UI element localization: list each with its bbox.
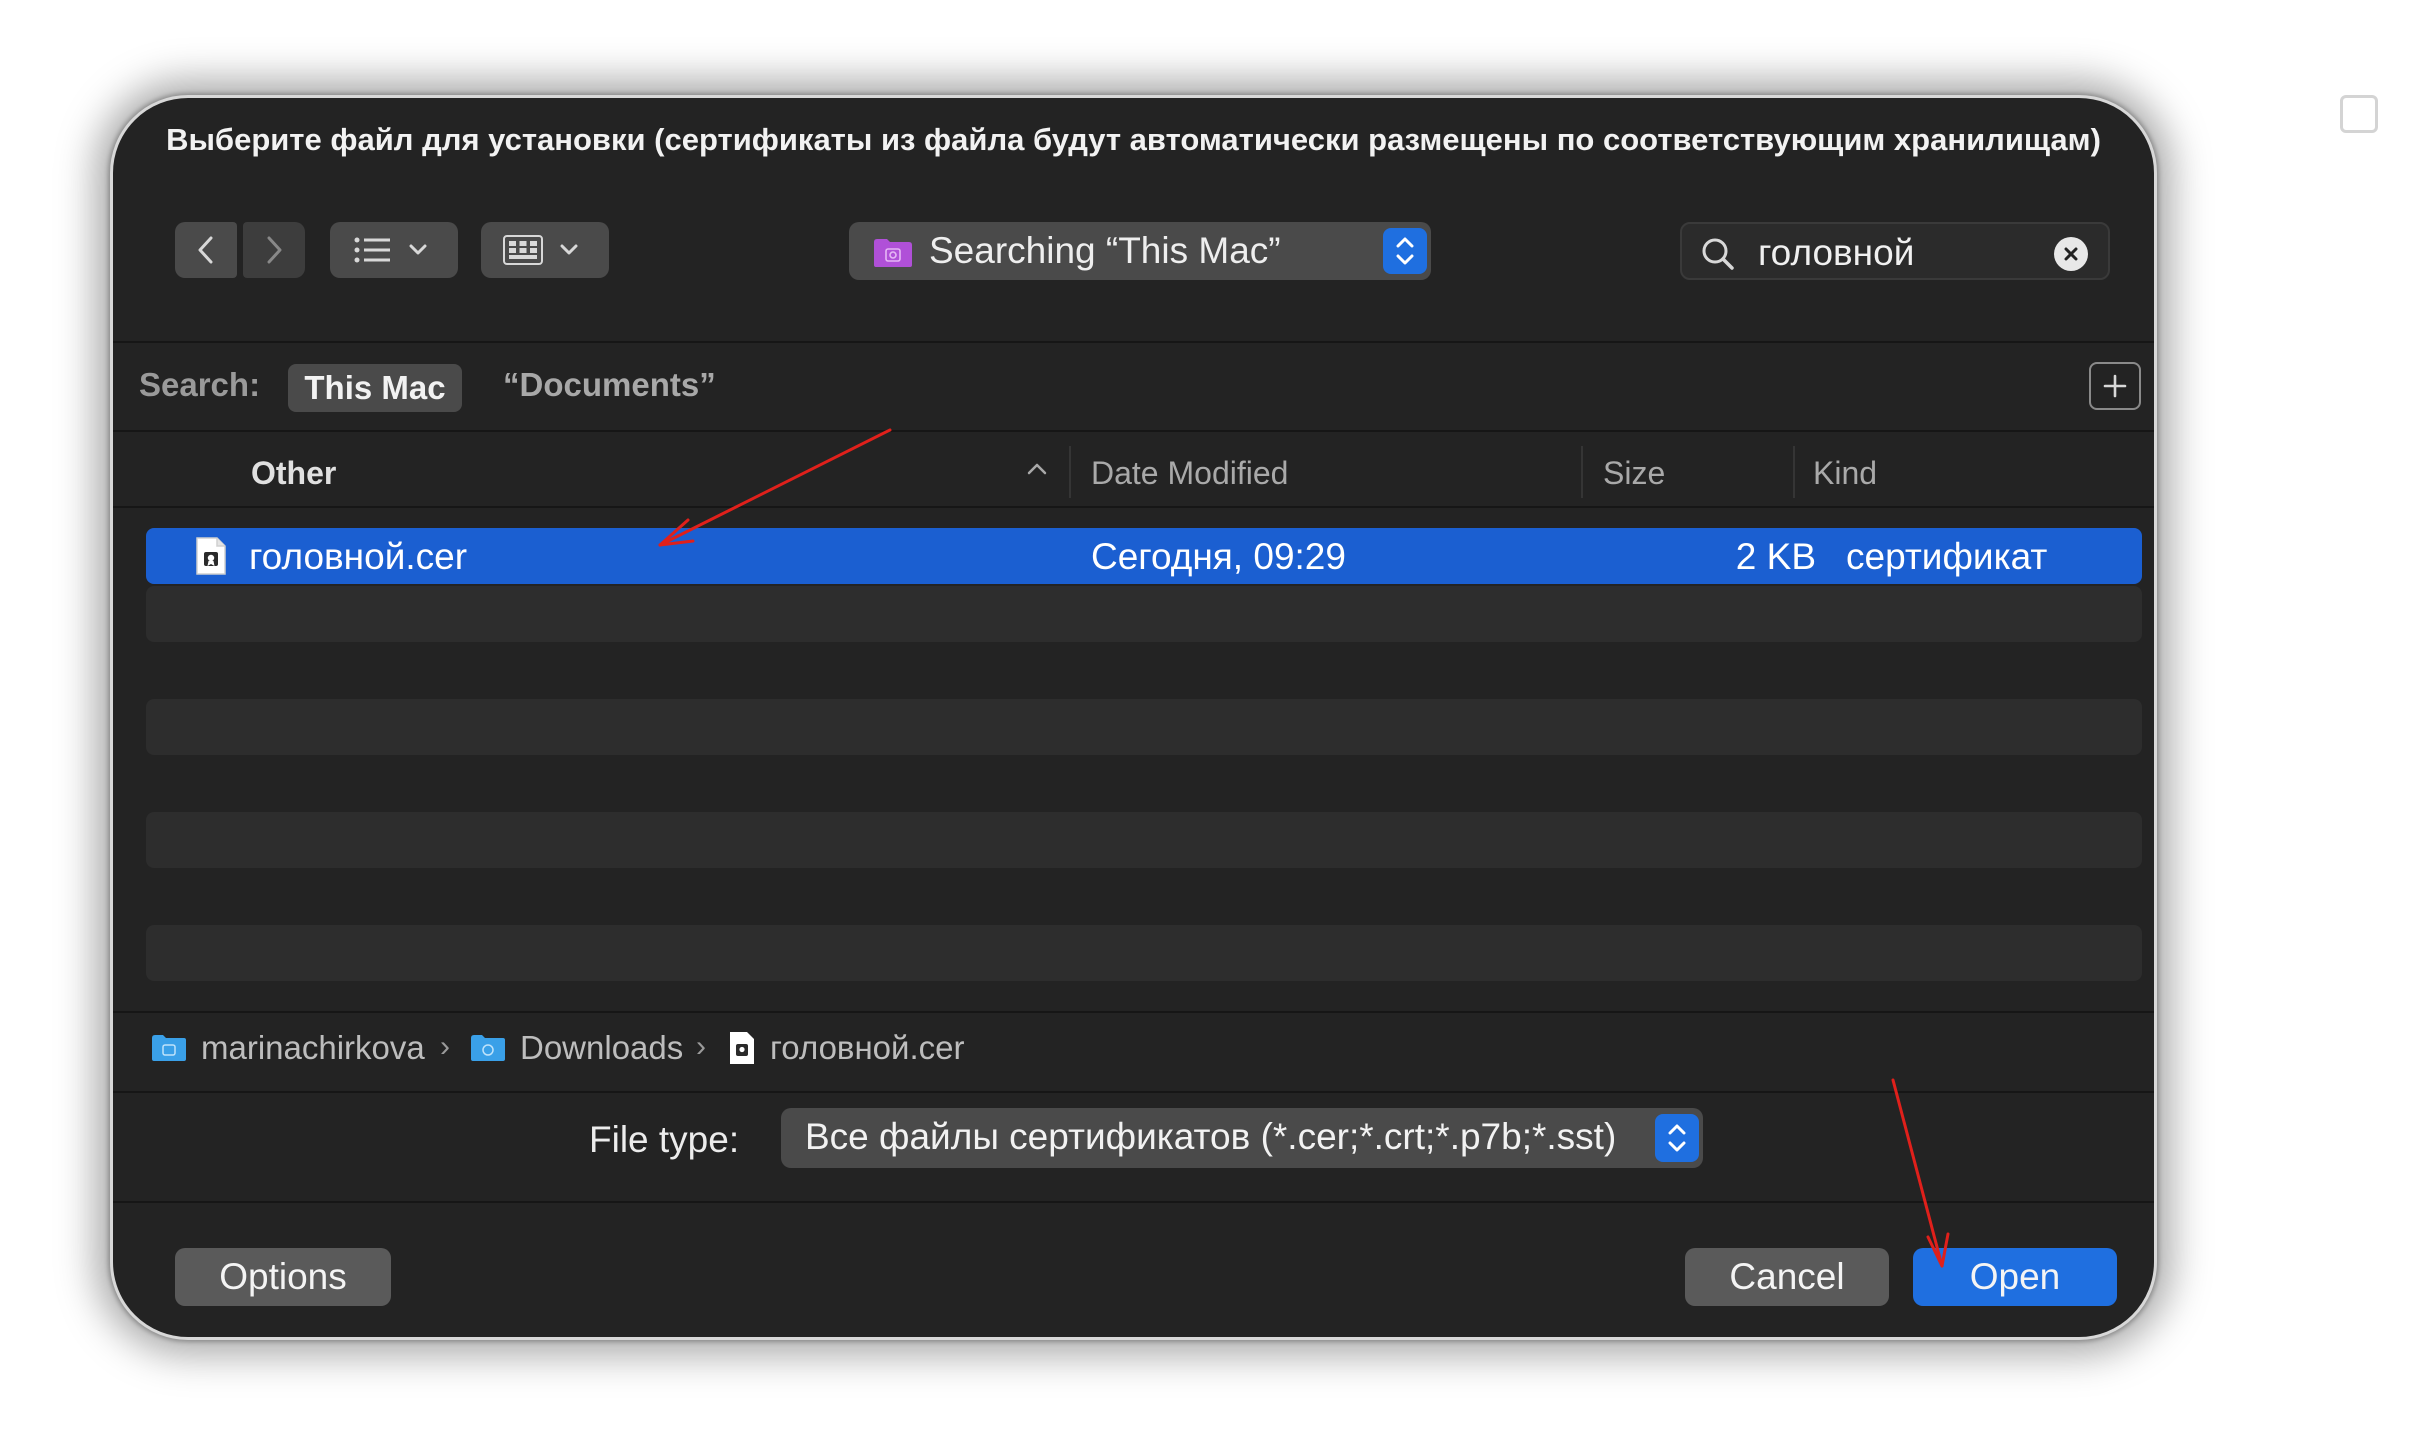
open-button[interactable]: Open — [1913, 1248, 2117, 1306]
cancel-button[interactable]: Cancel — [1685, 1248, 1889, 1306]
sort-ascending-icon — [1027, 463, 1047, 475]
scope-divider — [113, 430, 2154, 432]
certificate-file-icon — [730, 1032, 754, 1064]
file-type-value: Все файлы сертификатов (*.cer;*.crt;*.p7… — [805, 1116, 1617, 1157]
column-header-date[interactable]: Date Modified — [1091, 455, 1288, 492]
search-scope-label: Search: — [139, 366, 261, 403]
location-popup[interactable]: Searching “This Mac” — [849, 222, 1431, 280]
path-item-file[interactable]: головной.cer — [728, 1018, 964, 1078]
path-separator: › — [440, 1030, 450, 1063]
path-bar: marinachirkova › Downloads › головной.ce… — [113, 1018, 2154, 1080]
empty-row — [146, 699, 2142, 755]
magnifier-icon — [1702, 238, 1734, 270]
path-separator: › — [696, 1030, 706, 1063]
file-open-dialog: Выберите файл для установки (сертификаты… — [110, 95, 2157, 1340]
plus-icon — [2103, 374, 2127, 398]
file-row[interactable]: головной.cer Сегодня, 09:29 2 KB сертифи… — [146, 528, 2142, 584]
certificate-file-icon — [196, 537, 226, 575]
empty-row — [146, 812, 2142, 868]
scope-this-mac[interactable]: This Mac — [288, 364, 462, 412]
path-item-downloads[interactable]: Downloads — [470, 1018, 683, 1078]
path-item-label: marinachirkova — [201, 1029, 425, 1066]
column-separator — [1069, 446, 1071, 498]
chevron-left-icon — [198, 236, 213, 264]
path-item-label: Downloads — [520, 1029, 684, 1066]
add-criteria-button[interactable] — [2089, 362, 2141, 410]
clear-search-button[interactable] — [2054, 237, 2088, 271]
file-date: Сегодня, 09:29 — [1091, 536, 1346, 577]
window-checkbox[interactable] — [2340, 95, 2378, 133]
grid-view-icon — [503, 235, 578, 265]
filetype-divider — [113, 1201, 2154, 1203]
path-item-home[interactable]: marinachirkova — [151, 1018, 425, 1078]
path-divider — [113, 1091, 2154, 1093]
forward-button[interactable] — [243, 222, 305, 278]
folder-icon — [152, 1035, 186, 1061]
list-view-button[interactable] — [330, 222, 458, 278]
list-divider — [113, 1011, 2154, 1013]
list-view-icon — [354, 237, 427, 263]
column-separator — [1581, 446, 1583, 498]
dialog-title: Выберите файл для установки (сертификаты… — [166, 122, 2101, 157]
chevron-right-icon — [267, 236, 282, 264]
column-header-size[interactable]: Size — [1603, 455, 1665, 492]
folder-icon — [874, 239, 912, 267]
options-button[interactable]: Options — [175, 1248, 391, 1306]
back-button[interactable] — [175, 222, 237, 278]
toolbar-divider — [113, 341, 2154, 343]
up-down-chevron-icon — [1396, 237, 1414, 265]
column-header-kind[interactable]: Kind — [1813, 455, 1877, 492]
clear-circle-icon — [2064, 247, 2078, 261]
location-label: Searching “This Mac” — [929, 230, 1281, 271]
grid-view-button[interactable] — [481, 222, 609, 278]
scope-documents[interactable]: “Documents” — [503, 366, 716, 404]
header-divider — [113, 506, 2154, 508]
file-type-select[interactable]: Все файлы сертификатов (*.cer;*.crt;*.p7… — [781, 1108, 1703, 1168]
file-type-label: File type: — [589, 1119, 740, 1160]
column-header-name[interactable]: Other — [251, 455, 336, 492]
location-stepper[interactable] — [1383, 228, 1427, 274]
path-item-label: головной.cer — [770, 1029, 965, 1066]
file-type-stepper[interactable] — [1655, 1114, 1699, 1162]
file-name: головной.cer — [249, 536, 468, 577]
up-down-chevron-icon — [1668, 1124, 1686, 1152]
empty-row — [146, 586, 2142, 642]
search-value: головной — [1758, 232, 1915, 273]
search-input[interactable]: головной — [1680, 222, 2110, 280]
file-size: 2 KB — [1735, 536, 1816, 577]
empty-row — [146, 925, 2142, 981]
column-separator — [1793, 446, 1795, 498]
folder-icon — [471, 1035, 505, 1061]
file-kind: сертификат — [1846, 536, 2048, 577]
